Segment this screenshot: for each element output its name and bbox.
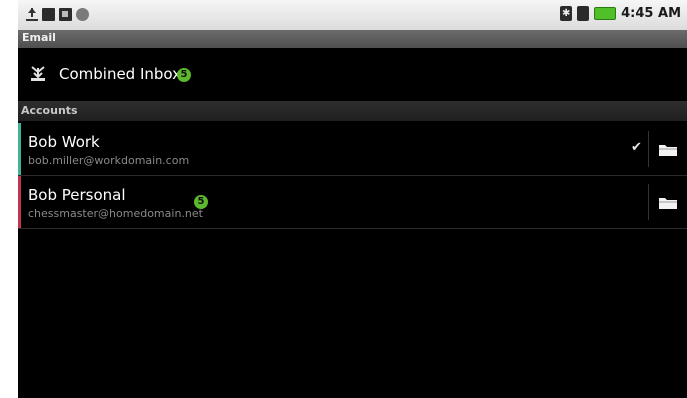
account-name: Bob Work xyxy=(28,133,100,151)
dot-icon xyxy=(76,8,89,21)
accounts-header-label: Accounts xyxy=(21,104,78,117)
account-color-chip xyxy=(18,176,21,228)
signal-icon xyxy=(577,6,590,21)
status-bar: ✱ 4:45 AM xyxy=(18,0,687,30)
inbox-icon xyxy=(31,66,45,81)
sync-icon xyxy=(59,8,72,21)
bluetooth-icon: ✱ xyxy=(560,6,573,21)
unread-count-badge: 5 xyxy=(177,68,191,82)
title-bar: Email xyxy=(18,30,687,48)
email-screen: ✱ 4:45 AM Email Combined Inbox 5 Account… xyxy=(18,0,687,398)
account-email: bob.miller@workdomain.com xyxy=(28,154,190,167)
unread-count-badge: 5 xyxy=(194,195,208,209)
combined-inbox-label: Combined Inbox xyxy=(59,65,182,83)
folder-icon[interactable] xyxy=(658,196,678,210)
row-divider xyxy=(648,131,649,167)
battery-icon xyxy=(594,7,617,20)
upload-icon xyxy=(26,8,38,21)
status-clock: 4:45 AM xyxy=(621,6,681,21)
combined-inbox-row[interactable]: Combined Inbox 5 xyxy=(18,48,687,100)
notification-icon xyxy=(42,8,55,21)
row-divider xyxy=(648,184,649,220)
folder-icon[interactable] xyxy=(658,143,678,157)
status-left-icons xyxy=(26,8,89,21)
account-email: chessmaster@homedomain.net xyxy=(28,207,203,220)
status-right-icons: ✱ 4:45 AM xyxy=(560,6,681,21)
account-row-bob-personal[interactable]: Bob Personal chessmaster@homedomain.net … xyxy=(18,176,687,229)
checkmark-icon: ✔ xyxy=(631,140,642,155)
accounts-section-header: Accounts xyxy=(18,101,687,121)
app-title: Email xyxy=(22,31,56,44)
account-row-bob-work[interactable]: Bob Work bob.miller@workdomain.com ✔ xyxy=(18,123,687,176)
account-name: Bob Personal xyxy=(28,186,126,204)
account-color-chip xyxy=(18,123,21,175)
